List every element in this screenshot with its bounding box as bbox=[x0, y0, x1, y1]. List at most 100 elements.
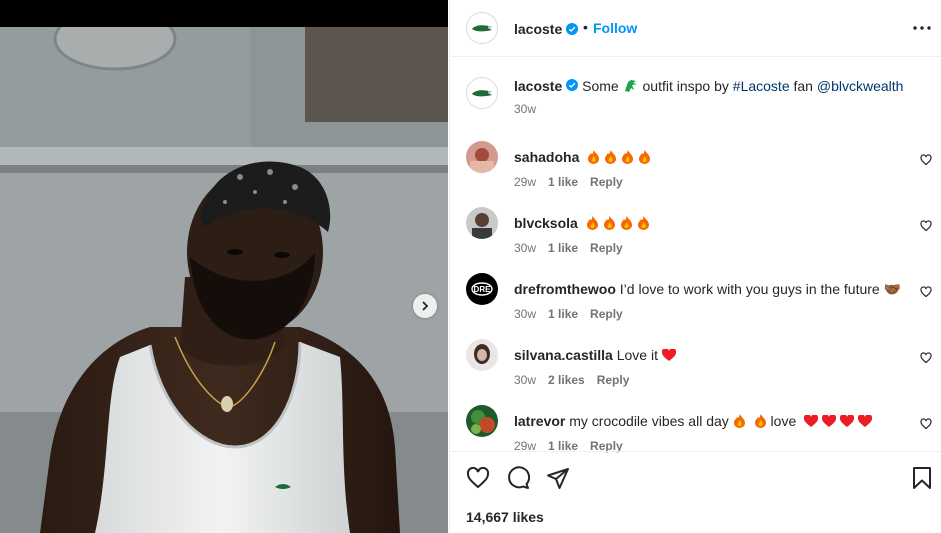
fire-emoji-icon bbox=[588, 150, 600, 164]
comment-username[interactable]: sahadoha bbox=[514, 149, 579, 165]
hashtag-link[interactable]: #Lacoste bbox=[733, 78, 790, 94]
more-options-icon bbox=[913, 26, 931, 30]
like-comment-heart-icon[interactable] bbox=[920, 286, 932, 298]
photo-letterbox bbox=[0, 0, 448, 27]
post-actions-bar: 14,667 likes bbox=[450, 451, 941, 533]
caption-timestamp[interactable]: 30w bbox=[514, 102, 536, 116]
mention-link[interactable]: @blvckwealth bbox=[817, 78, 904, 94]
likes-count[interactable]: 14,667 likes bbox=[466, 509, 544, 525]
next-photo-button[interactable] bbox=[413, 294, 437, 318]
header-username-text[interactable]: lacoste bbox=[514, 21, 562, 37]
comment-text: sahadoha bbox=[514, 149, 651, 166]
fire-emoji-icon bbox=[605, 150, 617, 164]
post-side-panel: lacoste • Follow lacoste Some outfit ins… bbox=[449, 0, 941, 533]
comment-timestamp[interactable]: 29w bbox=[514, 175, 536, 189]
svg-text:DRE: DRE bbox=[474, 285, 492, 294]
reply-button[interactable]: Reply bbox=[590, 307, 623, 321]
follow-button[interactable]: Follow bbox=[593, 20, 637, 36]
like-comment-heart-icon[interactable] bbox=[920, 352, 932, 364]
comment-meta: 30w 1 like Reply bbox=[514, 241, 623, 255]
reply-button[interactable]: Reply bbox=[590, 175, 623, 189]
red-heart-emoji-icon bbox=[840, 415, 855, 427]
fire-emoji-icon bbox=[586, 216, 598, 230]
reply-button[interactable]: Reply bbox=[590, 241, 623, 255]
fire-emoji-icon bbox=[622, 150, 634, 164]
commenter-avatar[interactable] bbox=[466, 339, 498, 371]
like-heart-icon[interactable] bbox=[466, 466, 490, 490]
caption-text-part: outfit inspo by bbox=[642, 78, 729, 94]
header-username[interactable]: lacoste bbox=[514, 20, 579, 37]
photo-image bbox=[0, 27, 448, 533]
avatar-image bbox=[466, 207, 498, 239]
post-photo[interactable] bbox=[0, 0, 448, 533]
comment-likes[interactable]: 2 likes bbox=[548, 373, 585, 387]
like-comment-heart-icon[interactable] bbox=[920, 220, 932, 232]
comment-text: drefromthewoo I’d love to work with you … bbox=[514, 281, 901, 298]
fire-emoji-icon bbox=[620, 216, 632, 230]
comment-meta: 30w 1 like Reply bbox=[514, 307, 623, 321]
verified-badge-icon bbox=[566, 79, 579, 91]
commenter-avatar[interactable] bbox=[466, 207, 498, 239]
verified-badge-icon bbox=[566, 22, 579, 35]
caption-text: lacoste Some outfit inspo by #Lacoste fa… bbox=[514, 77, 914, 95]
post-header: lacoste • Follow bbox=[450, 0, 941, 57]
lacoste-avatar[interactable] bbox=[466, 77, 498, 109]
comment-likes[interactable]: 1 like bbox=[548, 307, 578, 321]
comment-timestamp[interactable]: 30w bbox=[514, 373, 536, 387]
avatar-image bbox=[466, 339, 498, 371]
commenter-avatar[interactable] bbox=[466, 405, 498, 437]
fire-emoji-icon bbox=[637, 216, 649, 230]
comment-username[interactable]: drefromthewoo bbox=[514, 281, 616, 297]
comment-item: blvcksola 30w 1 like Reply bbox=[450, 207, 941, 273]
comment-item: sahadoha 29w 1 like Reply bbox=[450, 141, 941, 207]
avatar-image bbox=[466, 405, 498, 437]
comment-timestamp[interactable]: 30w bbox=[514, 307, 536, 321]
fire-emoji-icon bbox=[639, 150, 651, 164]
share-send-icon[interactable] bbox=[546, 466, 570, 490]
comment-username[interactable]: latrevor bbox=[514, 413, 565, 429]
comment-body: my crocodile vibes all day bbox=[569, 413, 729, 429]
comment-text: latrevor my crocodile vibes all day love bbox=[514, 413, 873, 430]
caption-username[interactable]: lacoste bbox=[514, 78, 562, 94]
crocodile-logo-icon bbox=[472, 25, 492, 32]
crocodile-icon bbox=[624, 80, 637, 92]
comment-body: I’d love to work with you guys in the fu… bbox=[619, 281, 902, 297]
caption-text-part: Some bbox=[582, 78, 619, 94]
comment-bubble-icon[interactable] bbox=[506, 466, 530, 490]
comment-body: Love it bbox=[616, 347, 658, 363]
avatar-image bbox=[466, 141, 498, 173]
lacoste-avatar[interactable] bbox=[466, 12, 498, 44]
avatar-image: DRE bbox=[466, 273, 498, 305]
like-comment-heart-icon[interactable] bbox=[920, 154, 932, 166]
bookmark-save-icon[interactable] bbox=[910, 466, 934, 490]
chevron-right-icon bbox=[422, 301, 429, 311]
comment-meta: 29w 1 like Reply bbox=[514, 175, 623, 189]
commenter-avatar[interactable]: DRE bbox=[466, 273, 498, 305]
comment-likes[interactable]: 1 like bbox=[548, 241, 578, 255]
more-options-button[interactable] bbox=[911, 18, 933, 38]
fire-emoji-icon bbox=[733, 414, 745, 428]
fire-emoji-icon bbox=[603, 216, 615, 230]
comment-meta: 30w 2 likes Reply bbox=[514, 373, 629, 387]
comment-likes[interactable]: 1 like bbox=[548, 175, 578, 189]
comment-item: silvana.castilla Love it 30w 2 likes Rep… bbox=[450, 339, 941, 405]
crocodile-logo-icon bbox=[472, 90, 492, 97]
red-heart-emoji-icon bbox=[804, 415, 819, 427]
comment-item: DRE drefromthewoo I’d love to work with … bbox=[450, 273, 941, 339]
comment-text: blvcksola bbox=[514, 215, 650, 232]
comment-text: silvana.castilla Love it bbox=[514, 347, 676, 364]
comment-timestamp[interactable]: 30w bbox=[514, 241, 536, 255]
like-comment-heart-icon[interactable] bbox=[920, 418, 932, 430]
caption-text-part: fan bbox=[793, 78, 813, 94]
red-heart-emoji-icon bbox=[858, 415, 873, 427]
reply-button[interactable]: Reply bbox=[597, 373, 630, 387]
comment-username[interactable]: silvana.castilla bbox=[514, 347, 613, 363]
comment-username[interactable]: blvcksola bbox=[514, 215, 578, 231]
header-separator: • bbox=[583, 19, 588, 35]
fire-emoji-icon bbox=[754, 414, 766, 428]
commenter-avatar[interactable] bbox=[466, 141, 498, 173]
post-caption: lacoste Some outfit inspo by #Lacoste fa… bbox=[450, 57, 941, 125]
red-heart-emoji-icon bbox=[822, 415, 837, 427]
comment-body-part: love bbox=[770, 413, 797, 429]
red-heart-emoji-icon bbox=[661, 349, 676, 361]
